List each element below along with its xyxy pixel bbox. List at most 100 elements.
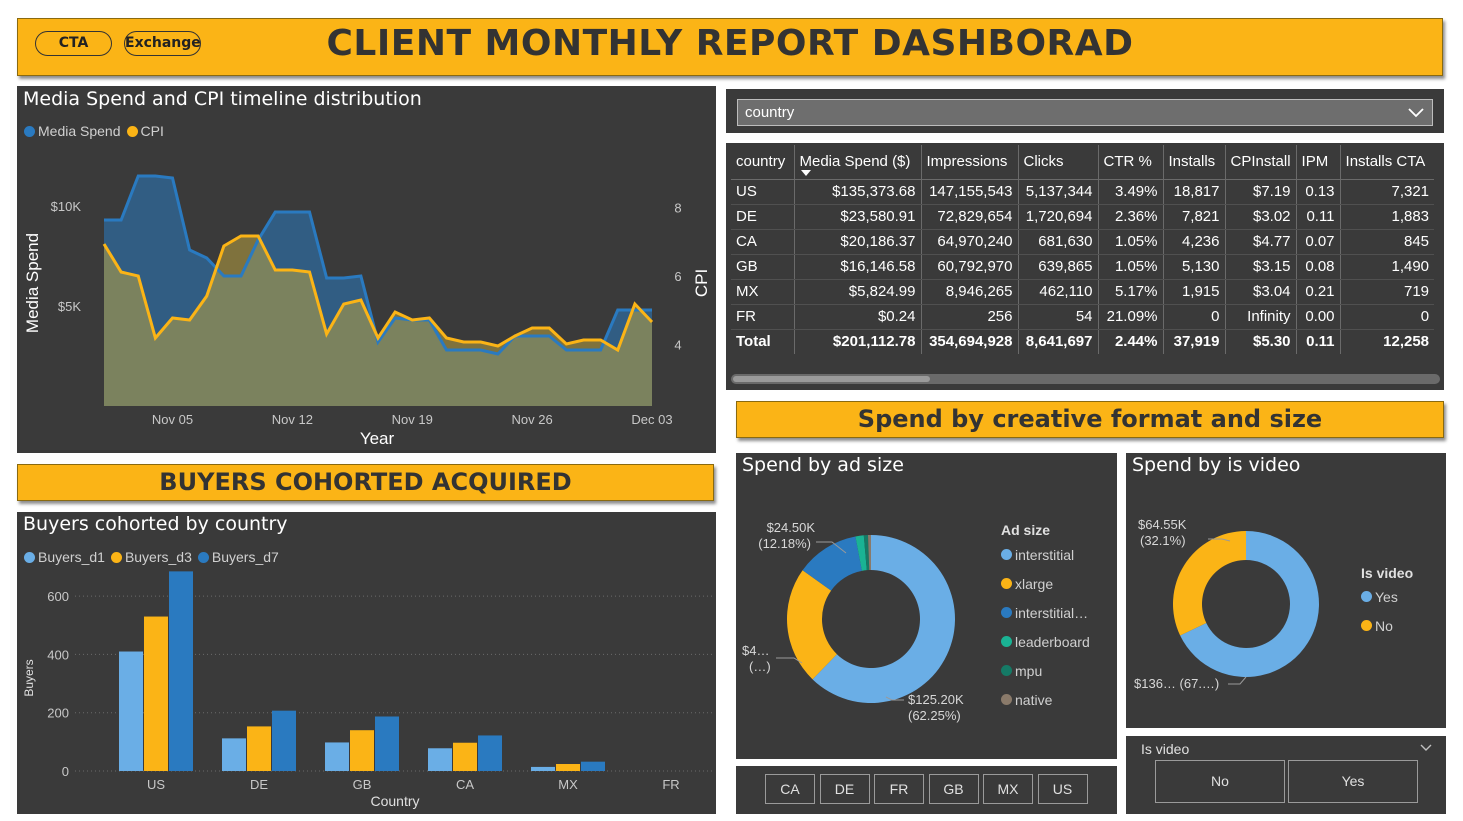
is-video-donut: $64.55K(32.1%) $136… (67.…) [1134, 517, 1319, 691]
bar-mx-buyers_d3[interactable] [556, 764, 580, 771]
table-cell: 0.11 [1296, 204, 1341, 230]
table-cell: 639,865 [1018, 254, 1099, 280]
is-video-slicer: Is video No Yes [1126, 736, 1446, 814]
table-cell: US [731, 179, 795, 205]
table-cell: 5.17% [1098, 279, 1164, 305]
is-video-legend-item[interactable]: Yes [1361, 582, 1398, 611]
table-cell: $16,146.58 [794, 254, 922, 280]
ad-size-legend-dot [1001, 694, 1012, 705]
country-button-ca[interactable]: CA [765, 774, 815, 804]
chevron-down-icon[interactable] [1420, 744, 1432, 752]
col-ctr[interactable]: CTR % [1098, 145, 1164, 180]
table-cell: $3.04 [1225, 279, 1297, 305]
table-total-cell: 2.44% [1098, 329, 1164, 354]
x-tick-label: DE [250, 777, 268, 792]
table-row[interactable]: CA $20,186.37 64,970,240 681,630 1.05% 4,236 $… [731, 229, 1435, 255]
sort-desc-icon [800, 170, 811, 176]
country-button-us[interactable]: US [1037, 774, 1088, 804]
ad-size-legend-item[interactable]: native [1001, 685, 1090, 714]
is-video-legend-label: Yes [1375, 588, 1398, 605]
table-row[interactable]: GB $16,146.58 60,792,970 639,865 1.05% 5,130 $… [731, 254, 1435, 280]
table-cell: 256 [921, 304, 1019, 330]
bar-de-buyers_d3[interactable] [247, 726, 271, 771]
bar-us-buyers_d3[interactable] [144, 616, 168, 771]
table-cell: 1,720,694 [1018, 204, 1099, 230]
is-video-option-no[interactable]: No [1155, 760, 1285, 803]
bar-ca-buyers_d7[interactable] [478, 735, 502, 771]
table-row[interactable]: DE $23,580.91 72,829,654 1,720,694 2.36% 7,82… [731, 204, 1435, 230]
table-cell: GB [731, 254, 795, 280]
bar-gb-buyers_d3[interactable] [350, 730, 374, 771]
data-label: (12.18%) [758, 536, 811, 551]
table-scrollbar-thumb[interactable] [733, 376, 930, 382]
bar-de-buyers_d1[interactable] [222, 738, 246, 771]
data-label: (32.1%) [1140, 533, 1186, 548]
col-installs-cta[interactable]: Installs CTA [1340, 145, 1435, 180]
ad-size-legend-item[interactable]: interstitial… [1001, 598, 1090, 627]
table-row[interactable]: US $135,373.68 147,155,543 5,137,344 3.49% 18… [731, 179, 1435, 205]
country-button-mx[interactable]: MX [983, 774, 1033, 804]
ad-size-legend-item[interactable]: xlarge [1001, 569, 1090, 598]
x-tick-label: Nov 19 [392, 412, 433, 427]
table-cell: $7.19 [1225, 179, 1297, 205]
ad-size-legend: interstitial xlarge interstitial… leaderboa… [1001, 540, 1090, 714]
x-tick-label: FR [662, 777, 679, 792]
bar-mx-buyers_d7[interactable] [581, 761, 605, 771]
is-video-panel: Spend by is video $64.55K (32.1%) $136… (6… [1126, 453, 1446, 728]
data-label: $24.50K [767, 520, 816, 535]
is-video-option-yes[interactable]: Yes [1288, 760, 1418, 803]
table-scrollbar-track[interactable] [731, 374, 1440, 384]
table-cell: 0.21 [1296, 279, 1341, 305]
ad-size-legend-item[interactable]: leaderboard [1001, 627, 1090, 656]
table-cell: 1.05% [1098, 229, 1164, 255]
creative-section-header: Spend by creative format and size [736, 401, 1444, 438]
y-tick-label: 0 [62, 764, 69, 779]
table-total-cell: 354,694,928 [921, 329, 1019, 354]
col-ipm[interactable]: IPM [1296, 145, 1341, 180]
country-table: country Media Spend ($) Impressions Clic… [731, 145, 1435, 354]
col-clicks[interactable]: Clicks [1018, 145, 1099, 180]
table-row[interactable]: MX $5,824.99 8,946,265 462,110 5.17% 1,915 $3.… [731, 279, 1435, 305]
bar-gb-buyers_d7[interactable] [375, 716, 399, 771]
table-cell: 1,915 [1163, 279, 1226, 305]
bar-ca-buyers_d1[interactable] [428, 748, 452, 771]
bar-us-buyers_d7[interactable] [169, 571, 193, 771]
bar-gb-buyers_d1[interactable] [325, 742, 349, 771]
x-tick-label: Nov 05 [152, 412, 193, 427]
table-cell: CA [731, 229, 795, 255]
country-button-gb[interactable]: GB [928, 774, 979, 804]
col-impressions[interactable]: Impressions [921, 145, 1019, 180]
table-cell: 72,829,654 [921, 204, 1019, 230]
bar-mx-buyers_d1[interactable] [531, 766, 555, 771]
table-total-cell: 0.11 [1296, 329, 1341, 354]
country-button-de[interactable]: DE [819, 774, 870, 804]
bar-ca-buyers_d3[interactable] [453, 742, 477, 771]
y2-tick-label: 8 [674, 201, 681, 216]
table-row[interactable]: FR $0.24 256 54 21.09% 0 Infinity 0.00 0 [731, 304, 1435, 330]
col-media-spend[interactable]: Media Spend ($) [794, 145, 922, 180]
ad-size-legend-dot [1001, 578, 1012, 589]
table-cell: 21.09% [1098, 304, 1164, 330]
col-cpinstall[interactable]: CPInstall [1225, 145, 1297, 180]
table-cell: 3.49% [1098, 179, 1164, 205]
ad-size-legend-item[interactable]: interstitial [1001, 540, 1090, 569]
data-label: $125.20K [908, 692, 964, 707]
ad-size-legend-item[interactable]: mpu [1001, 656, 1090, 685]
table-cell: 5,137,344 [1018, 179, 1099, 205]
y-tick-label: $10K [51, 199, 82, 214]
x-axis-title: Year [360, 429, 395, 448]
data-label: (…) [749, 659, 771, 674]
is-video-legend-item[interactable]: No [1361, 611, 1398, 640]
table-total-cell: $5.30 [1225, 329, 1297, 354]
country-button-fr[interactable]: FR [874, 774, 924, 804]
country-dropdown[interactable]: country [737, 99, 1433, 126]
table-cell: 0.13 [1296, 179, 1341, 205]
table-cell: MX [731, 279, 795, 305]
bar-de-buyers_d7[interactable] [272, 710, 296, 771]
col-country[interactable]: country [731, 145, 795, 180]
ad-size-legend-dot [1001, 665, 1012, 676]
timeline-panel: Media Spend and CPI timeline distributio… [17, 86, 716, 453]
bar-us-buyers_d1[interactable] [119, 651, 143, 771]
country-dropdown-value: country [745, 104, 795, 121]
col-installs[interactable]: Installs [1163, 145, 1226, 180]
